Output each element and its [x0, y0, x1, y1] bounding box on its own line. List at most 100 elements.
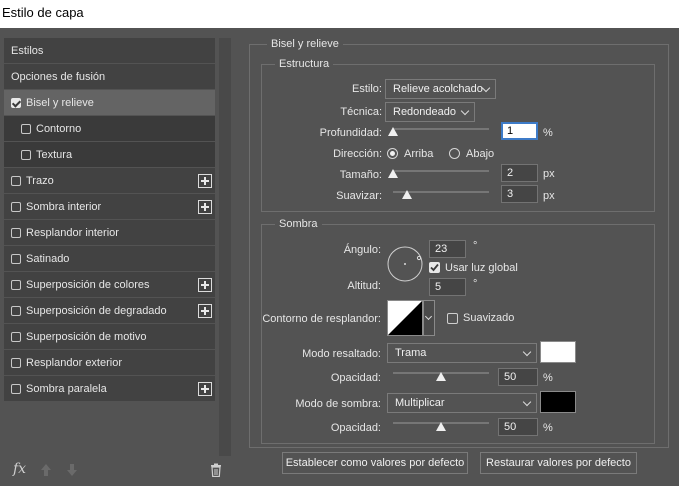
sidebar-item-label: Sombra paralela	[26, 382, 107, 395]
sidebar-item-checkbox[interactable]	[11, 97, 21, 108]
direction-label: Dirección:	[333, 148, 382, 160]
highlight-mode-select[interactable]: Trama	[387, 343, 537, 363]
arrow-up-icon[interactable]	[40, 463, 52, 477]
plus-icon[interactable]	[198, 174, 212, 188]
reset-default-button[interactable]: Restaurar valores por defecto	[480, 452, 637, 474]
sidebar-item-label: Resplandor exterior	[26, 356, 122, 369]
plus-icon[interactable]	[198, 304, 212, 318]
sidebar-scrollbar[interactable]	[219, 38, 231, 456]
sidebar-bottom-bar: fx	[4, 456, 232, 486]
sidebar-item-checkbox[interactable]	[11, 201, 21, 212]
chevron-down-icon	[522, 347, 532, 357]
sidebar-item[interactable]: Sombra paralela	[4, 376, 215, 402]
highlight-opacity-thumb[interactable]	[436, 372, 446, 381]
sidebar-item[interactable]: Sombra interior	[4, 194, 215, 220]
check-icon	[430, 263, 439, 272]
fx-icon[interactable]: fx	[13, 461, 26, 477]
angle-input[interactable]: 23	[429, 240, 466, 258]
soften-input[interactable]: 3	[501, 185, 538, 203]
altitude-unit: °	[473, 278, 478, 290]
plus-icon[interactable]	[198, 200, 212, 214]
sidebar-item-checkbox[interactable]	[21, 123, 31, 134]
shadow-mode-label: Modo de sombra:	[295, 398, 381, 410]
size-slider-thumb[interactable]	[388, 169, 398, 178]
sidebar-item[interactable]: Textura	[4, 142, 215, 168]
altitude-input[interactable]: 5	[429, 278, 466, 296]
sidebar-item-checkbox[interactable]	[11, 383, 21, 394]
shadow-mode-select[interactable]: Multiplicar	[387, 393, 537, 413]
sidebar-item-checkbox[interactable]	[11, 305, 21, 316]
make-default-button[interactable]: Establecer como valores por defecto	[282, 452, 468, 474]
soften-unit: px	[543, 190, 555, 202]
depth-unit: %	[543, 127, 553, 139]
styles-sidebar: Estilos Opciones de fusión Bisel y relieve…	[4, 38, 232, 456]
technique-select[interactable]: Redondeado	[385, 102, 475, 122]
sidebar-item-label: Opciones de fusión	[11, 70, 106, 83]
direction-up-radio[interactable]	[387, 148, 398, 159]
global-light-checkbox[interactable]	[429, 262, 440, 273]
sidebar-item-label: Superposición de motivo	[26, 330, 147, 343]
style-select[interactable]: Relieve acolchado	[385, 79, 496, 99]
sidebar-item[interactable]: Superposición de colores	[4, 272, 215, 298]
altitude-label: Altitud:	[347, 280, 381, 292]
antialiased-checkbox[interactable]	[447, 313, 458, 324]
shadow-opacity-input[interactable]: 50	[498, 418, 538, 436]
direction-down-label[interactable]: Abajo	[466, 148, 494, 160]
sidebar-item-label: Bisel y relieve	[26, 96, 94, 109]
sidebar-item-checkbox[interactable]	[11, 227, 21, 238]
sidebar-item[interactable]: Satinado	[4, 246, 215, 272]
angle-dial[interactable]	[387, 246, 423, 282]
gloss-contour-dropdown[interactable]	[423, 300, 435, 336]
trash-icon[interactable]	[210, 463, 222, 477]
plus-icon[interactable]	[198, 278, 212, 292]
window-title: Estilo de capa	[0, 0, 679, 28]
shadow-color-swatch[interactable]	[540, 391, 576, 413]
shadow-opacity-thumb[interactable]	[436, 422, 446, 431]
size-slider-track[interactable]	[393, 170, 489, 172]
sidebar-item[interactable]: Estilos	[4, 38, 215, 64]
sidebar-item[interactable]: Superposición de degradado	[4, 298, 215, 324]
sidebar-item-checkbox[interactable]	[11, 253, 21, 264]
sidebar-item[interactable]: Resplandor exterior	[4, 350, 215, 376]
plus-icon[interactable]	[198, 382, 212, 396]
chevron-down-icon	[522, 397, 532, 407]
sidebar-item-checkbox[interactable]	[11, 175, 21, 186]
shading-title: Sombra	[275, 218, 322, 230]
soften-slider-thumb[interactable]	[402, 190, 413, 199]
size-input[interactable]: 2	[501, 164, 538, 182]
structure-title: Estructura	[275, 58, 334, 70]
sidebar-item-label: Superposición de colores	[26, 278, 150, 291]
technique-label: Técnica:	[340, 106, 382, 118]
sidebar-item[interactable]: Resplandor interior	[4, 220, 215, 246]
sidebar-item[interactable]: Opciones de fusión	[4, 64, 215, 90]
sidebar-item-checkbox[interactable]	[11, 357, 21, 368]
depth-input[interactable]: 1	[501, 122, 538, 140]
sidebar-item[interactable]: Superposición de motivo	[4, 324, 215, 350]
antialiased-label[interactable]: Suavizado	[463, 312, 514, 324]
highlight-mode-value: Trama	[395, 347, 427, 359]
size-unit: px	[543, 168, 555, 180]
global-light-label[interactable]: Usar luz global	[445, 262, 518, 274]
highlight-color-swatch[interactable]	[540, 341, 576, 363]
sidebar-item-label: Sombra interior	[26, 200, 102, 213]
shadow-mode-value: Multiplicar	[395, 397, 445, 409]
sidebar-item-checkbox[interactable]	[11, 331, 21, 342]
highlight-opacity-input[interactable]: 50	[498, 368, 538, 386]
highlight-opacity-unit: %	[543, 372, 553, 384]
sidebar-item[interactable]: Trazo	[4, 168, 215, 194]
direction-up-label[interactable]: Arriba	[404, 148, 433, 160]
gloss-contour-label: Contorno de resplandor:	[262, 313, 381, 325]
shadow-opacity-unit: %	[543, 422, 553, 434]
sidebar-item-checkbox[interactable]	[21, 149, 31, 160]
depth-slider-track[interactable]	[393, 128, 489, 130]
sidebar-item-checkbox[interactable]	[11, 279, 21, 290]
sidebar-item[interactable]: Contorno	[4, 116, 215, 142]
direction-down-radio[interactable]	[449, 148, 460, 159]
sidebar-item-label: Satinado	[26, 252, 70, 265]
depth-slider-thumb[interactable]	[388, 127, 398, 136]
gloss-contour-preview[interactable]	[387, 300, 423, 336]
sidebar-item[interactable]: Bisel y relieve	[4, 90, 215, 116]
highlight-mode-label: Modo resaltado:	[302, 348, 381, 360]
arrow-down-icon[interactable]	[66, 463, 78, 477]
style-label: Estilo:	[352, 83, 382, 95]
